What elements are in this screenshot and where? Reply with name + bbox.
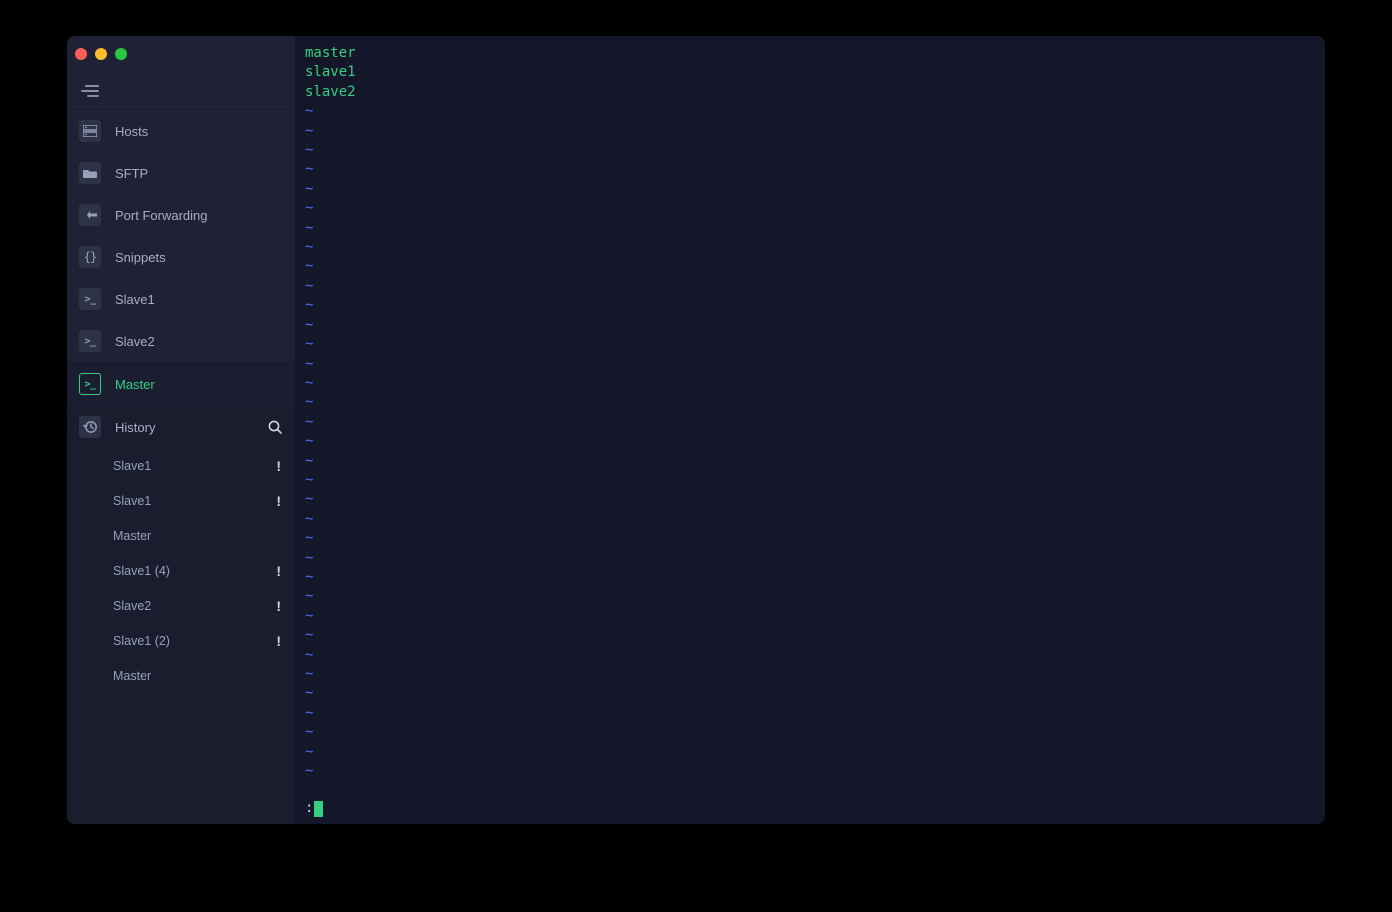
terminal-content: masterslave1slave2~~~~~~~~~~~~~~~~~~~~~~… xyxy=(305,44,1315,800)
terminal-empty-line: ~ xyxy=(305,665,1315,684)
alert-icon: ! xyxy=(276,563,281,579)
terminal-empty-line: ~ xyxy=(305,723,1315,742)
history-item[interactable]: Slave1 (2)! xyxy=(67,623,295,658)
window-minimize-button[interactable] xyxy=(95,48,107,60)
history-item-label: Slave1 (4) xyxy=(113,564,276,578)
terminal-empty-line: ~ xyxy=(305,587,1315,606)
status-prefix: : xyxy=(305,799,313,818)
alert-icon: ! xyxy=(276,458,281,474)
terminal-empty-line: ~ xyxy=(305,471,1315,490)
sidebar-item-label: Slave1 xyxy=(115,292,155,307)
terminal-empty-line: ~ xyxy=(305,199,1315,218)
window-maximize-button[interactable] xyxy=(115,48,127,60)
terminal-empty-line: ~ xyxy=(305,335,1315,354)
terminal-empty-line: ~ xyxy=(305,529,1315,548)
terminal-empty-line: ~ xyxy=(305,393,1315,412)
sidebar-item-label: Snippets xyxy=(115,250,166,265)
app-window: Hosts SFTP Port Forwarding {} Snippets xyxy=(67,36,1325,824)
terminal-empty-line: ~ xyxy=(305,160,1315,179)
sidebar-item-label: Port Forwarding xyxy=(115,208,207,223)
terminal-empty-line: ~ xyxy=(305,219,1315,238)
terminal-empty-line: ~ xyxy=(305,374,1315,393)
alert-icon: ! xyxy=(276,633,281,649)
terminal-empty-line: ~ xyxy=(305,122,1315,141)
history-item[interactable]: Master xyxy=(67,658,295,693)
terminal-empty-line: ~ xyxy=(305,257,1315,276)
terminal-empty-line: ~ xyxy=(305,102,1315,121)
terminal-empty-line: ~ xyxy=(305,238,1315,257)
history-icon xyxy=(79,416,101,438)
sidebar: Hosts SFTP Port Forwarding {} Snippets xyxy=(67,36,295,824)
forward-icon xyxy=(79,204,101,226)
terminal-empty-line: ~ xyxy=(305,510,1315,529)
terminal-status-line: : xyxy=(305,800,1315,818)
sidebar-item-hosts[interactable]: Hosts xyxy=(67,110,295,152)
terminal-empty-line: ~ xyxy=(305,607,1315,626)
terminal-empty-line: ~ xyxy=(305,743,1315,762)
terminal-empty-line: ~ xyxy=(305,296,1315,315)
hosts-icon xyxy=(79,120,101,142)
terminal-empty-line: ~ xyxy=(305,568,1315,587)
terminal-empty-line: ~ xyxy=(305,180,1315,199)
alert-icon: ! xyxy=(276,598,281,614)
terminal-icon: >_ xyxy=(79,330,101,352)
history-item-label: Slave1 xyxy=(113,494,276,508)
terminal-line: slave2 xyxy=(305,83,1315,102)
history-item[interactable]: Slave1! xyxy=(67,483,295,518)
terminal-empty-line: ~ xyxy=(305,684,1315,703)
terminal-cursor xyxy=(314,801,323,817)
terminal-empty-line: ~ xyxy=(305,316,1315,335)
history-item[interactable]: Slave1! xyxy=(67,448,295,483)
terminal-empty-line: ~ xyxy=(305,762,1315,781)
history-title: History xyxy=(115,420,155,435)
history-item[interactable]: Slave1 (4)! xyxy=(67,553,295,588)
history-list: Slave1!Slave1!MasterSlave1 (4)!Slave2!Sl… xyxy=(67,448,295,693)
history-header[interactable]: History xyxy=(67,406,295,448)
terminal-empty-line: ~ xyxy=(305,490,1315,509)
sidebar-item-label: Hosts xyxy=(115,124,148,139)
terminal-empty-line: ~ xyxy=(305,355,1315,374)
history-item-label: Slave1 xyxy=(113,459,276,473)
terminal-icon: >_ xyxy=(79,288,101,310)
history-item-label: Slave1 (2) xyxy=(113,634,276,648)
window-close-button[interactable] xyxy=(75,48,87,60)
terminal-empty-line: ~ xyxy=(305,413,1315,432)
terminal-icon: >_ xyxy=(79,373,101,395)
hamburger-icon xyxy=(81,85,99,97)
sidebar-item-session-slave1[interactable]: >_ Slave1 xyxy=(67,278,295,320)
terminal-empty-line: ~ xyxy=(305,704,1315,723)
alert-icon: ! xyxy=(276,493,281,509)
terminal-empty-line: ~ xyxy=(305,432,1315,451)
terminal-empty-line: ~ xyxy=(305,452,1315,471)
sidebar-item-label: SFTP xyxy=(115,166,148,181)
terminal-empty-line: ~ xyxy=(305,646,1315,665)
history-item[interactable]: Master xyxy=(67,518,295,553)
sidebar-item-sftp[interactable]: SFTP xyxy=(67,152,295,194)
sidebar-item-port-forwarding[interactable]: Port Forwarding xyxy=(67,194,295,236)
terminal-empty-line: ~ xyxy=(305,277,1315,296)
sidebar-item-session-slave2[interactable]: >_ Slave2 xyxy=(67,320,295,362)
terminal-pane[interactable]: masterslave1slave2~~~~~~~~~~~~~~~~~~~~~~… xyxy=(295,36,1325,824)
search-icon[interactable] xyxy=(267,419,283,435)
history-item[interactable]: Slave2! xyxy=(67,588,295,623)
menu-toggle-button[interactable] xyxy=(67,72,295,110)
sidebar-item-label: Master xyxy=(115,377,155,392)
history-item-label: Slave2 xyxy=(113,599,276,613)
terminal-line: master xyxy=(305,44,1315,63)
braces-icon: {} xyxy=(79,246,101,268)
titlebar xyxy=(67,36,295,72)
terminal-empty-line: ~ xyxy=(305,549,1315,568)
sidebar-item-session-master[interactable]: >_ Master xyxy=(67,363,295,405)
history-panel: History Slave1!Slave1!MasterSlave1 (4)!S… xyxy=(67,406,295,824)
sidebar-item-label: Slave2 xyxy=(115,334,155,349)
history-item-label: Master xyxy=(113,669,281,683)
terminal-empty-line: ~ xyxy=(305,626,1315,645)
sidebar-nav: Hosts SFTP Port Forwarding {} Snippets xyxy=(67,110,295,406)
sidebar-item-snippets[interactable]: {} Snippets xyxy=(67,236,295,278)
history-item-label: Master xyxy=(113,529,281,543)
terminal-line: slave1 xyxy=(305,63,1315,82)
terminal-empty-line: ~ xyxy=(305,141,1315,160)
folder-icon xyxy=(79,162,101,184)
